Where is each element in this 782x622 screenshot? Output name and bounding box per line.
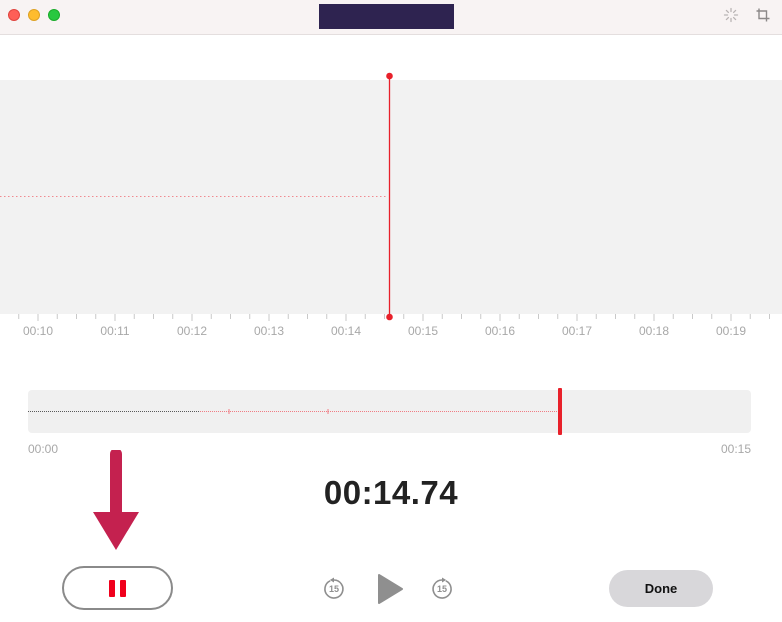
timeline-label: 00:14 <box>330 324 362 338</box>
timeline-label: 00:17 <box>561 324 593 338</box>
overview-scrubber[interactable] <box>28 388 751 435</box>
timeline-label: 00:18 <box>638 324 670 338</box>
close-window-button[interactable] <box>8 9 20 21</box>
done-button[interactable]: Done <box>609 570 713 607</box>
timeline-ruler: 00:10 00:11 00:12 00:13 00:14 00:15 00:16 00:17… <box>0 314 782 344</box>
playhead[interactable] <box>383 70 397 324</box>
timeline-label: 00:16 <box>484 324 516 338</box>
trim-icon[interactable] <box>754 6 772 24</box>
overview-end-time: 00:15 <box>721 442 752 456</box>
timeline-label: 00:15 <box>407 324 439 338</box>
annotation-arrow-icon <box>93 450 139 550</box>
overview-waveform <box>28 409 560 414</box>
overview-playhead[interactable] <box>558 388 563 435</box>
timeline-label: 00:13 <box>253 324 285 338</box>
timeline-label: 00:10 <box>22 324 54 338</box>
enhance-icon[interactable] <box>722 6 740 24</box>
timeline-label: 00:12 <box>176 324 208 338</box>
redacted-window-title <box>319 4 454 29</box>
ruler-ticks <box>18 314 770 321</box>
skip-back-label: 15 <box>328 584 339 594</box>
timeline-label: 00:11 <box>100 324 130 338</box>
zoom-window-button[interactable] <box>48 9 60 21</box>
minimize-window-button[interactable] <box>28 9 40 21</box>
skip-forward-button[interactable]: 15 <box>430 577 454 601</box>
play-icon <box>378 574 403 604</box>
overview-start-time: 00:00 <box>28 442 59 456</box>
skip-forward-label: 15 <box>436 584 447 594</box>
timeline-label: 00:19 <box>715 324 747 338</box>
pause-icon <box>109 579 126 597</box>
skip-back-button[interactable]: 15 <box>322 577 346 601</box>
title-bar <box>0 0 782 35</box>
play-button[interactable] <box>376 573 404 605</box>
pause-button[interactable] <box>62 566 173 610</box>
